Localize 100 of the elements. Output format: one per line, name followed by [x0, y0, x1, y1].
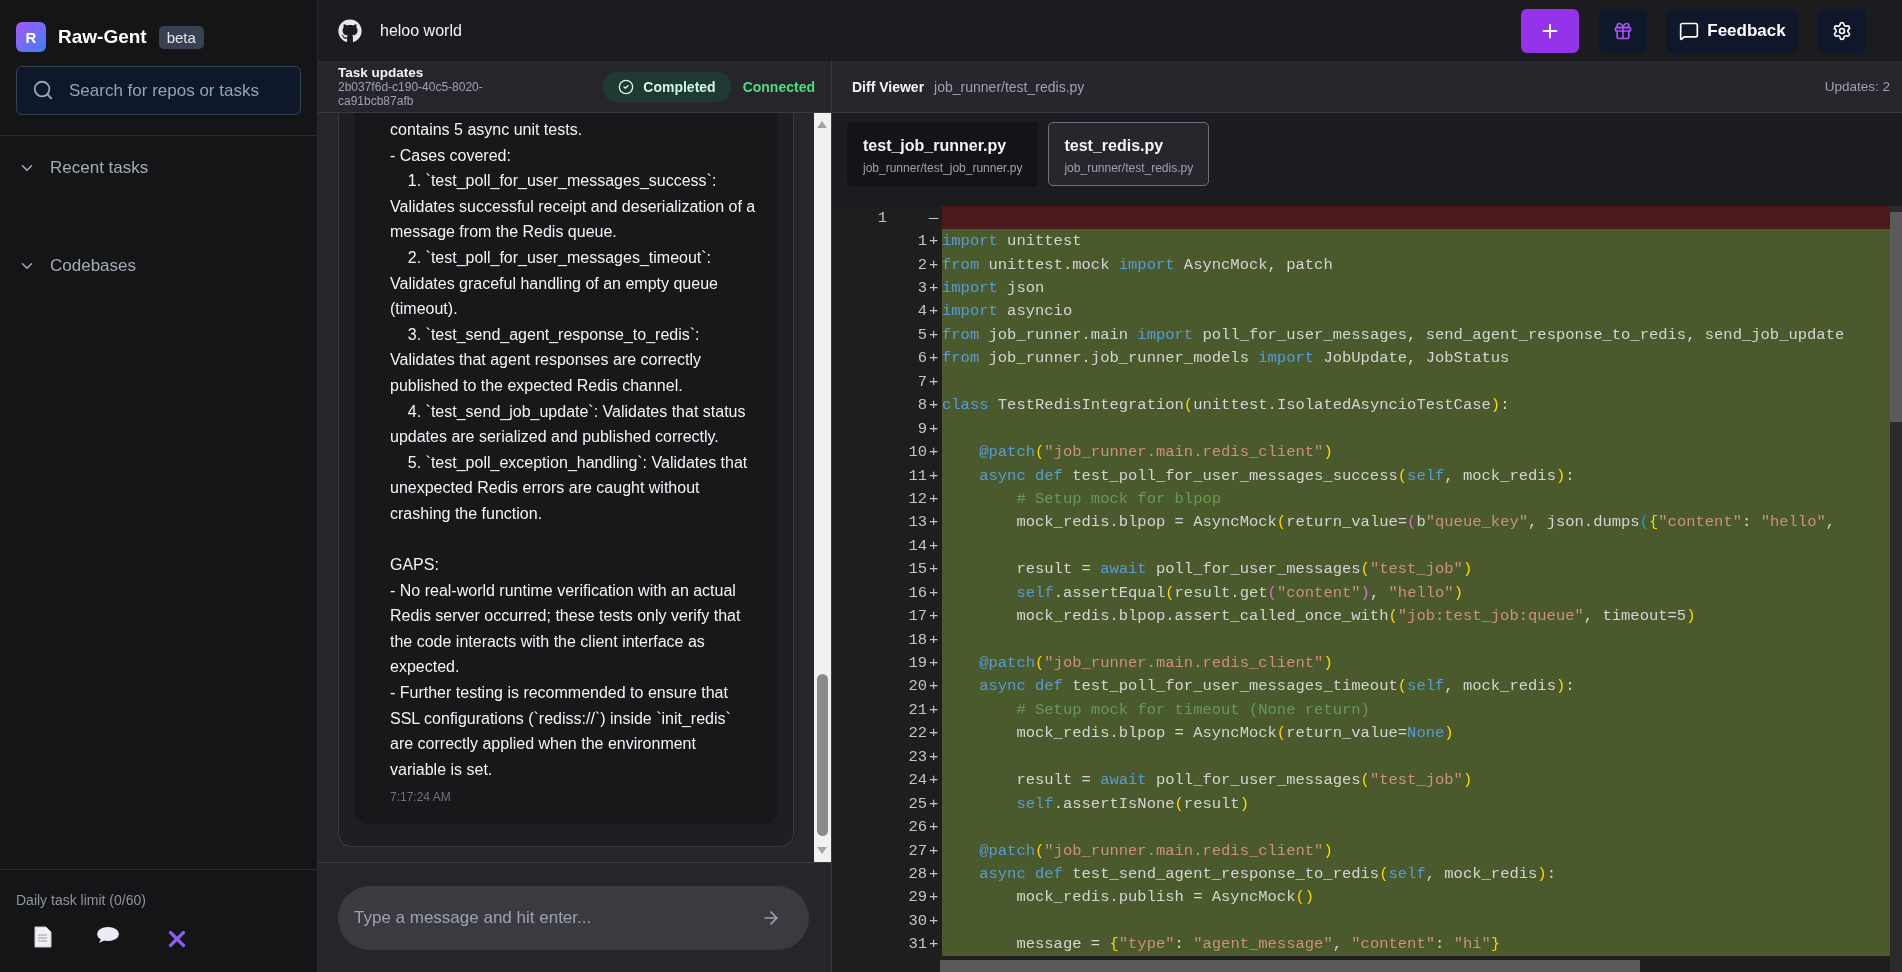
line-number: 28	[908, 864, 927, 883]
connection-status: Connected	[742, 78, 815, 95]
diff-sign: +	[929, 349, 940, 368]
line-number: 25	[908, 794, 927, 813]
feedback-button[interactable]: Feedback	[1667, 8, 1798, 53]
line-number: 20	[908, 677, 927, 696]
line-number: 29	[908, 888, 927, 907]
diff-sign: +	[929, 630, 940, 649]
diff-sign: +	[929, 396, 940, 415]
app-name: Raw-Gent	[58, 26, 147, 48]
beta-badge: beta	[158, 25, 204, 49]
line-number: 19	[908, 654, 927, 673]
line-number: 30	[908, 911, 927, 930]
code-line: import unittest	[942, 232, 1082, 251]
code-line: from job_runner.main import poll_for_user_messages, send_agent_response_to_redis, send_job_update	[942, 325, 1845, 344]
new-task-button[interactable]	[1521, 8, 1579, 53]
diff-sign: +	[929, 911, 940, 930]
line-number: 4	[917, 302, 927, 321]
line-number: 10	[908, 443, 927, 462]
search-field[interactable]: Search for repos or tasks	[16, 66, 301, 115]
diff-sign: +	[929, 372, 940, 391]
code-line: async def test_poll_for_user_messages_timeout(self, mock_redis):	[978, 677, 1575, 696]
line-number: 13	[908, 513, 927, 532]
diff-sign: +	[929, 747, 940, 766]
line-number: 24	[908, 771, 927, 790]
gift-button[interactable]	[1599, 8, 1647, 53]
diff-sign: +	[929, 607, 940, 626]
diff-sign: —	[929, 208, 940, 227]
diff-sign: +	[929, 443, 940, 462]
task-id: 2b037f6d-c190-40c5-8020-ca91bcb87afb	[338, 80, 484, 108]
line-number: 3	[917, 279, 927, 298]
speech-bubble-icon[interactable]	[96, 926, 120, 944]
line-number: 7	[917, 372, 927, 391]
line-number: 1	[917, 232, 927, 251]
diff-sign: +	[929, 841, 940, 860]
line-number: 17	[908, 607, 927, 626]
line-number: 14	[908, 536, 927, 555]
code-line: result = await poll_for_user_messages("test_job")	[1015, 771, 1473, 790]
panel-title: Task updates	[338, 65, 425, 80]
update-count: Updates: 2	[1824, 79, 1890, 94]
message-input[interactable]: Type a message and hit enter...	[338, 885, 809, 950]
diff-sign: +	[929, 864, 940, 883]
line-number: 31	[908, 935, 927, 954]
sidebar-section-toggle[interactable]: Codebases	[0, 256, 154, 276]
search-icon	[32, 79, 54, 101]
line-number: 8	[917, 396, 927, 415]
diff-sign: +	[929, 935, 940, 954]
line-number: 16	[908, 583, 927, 602]
task-limit-text: Daily task limit (0/60)	[15, 891, 147, 910]
diff-sign: +	[929, 560, 940, 579]
diff-sign: +	[929, 536, 940, 555]
diff-sign: +	[929, 489, 940, 508]
diff-sign: +	[929, 279, 940, 298]
file-path: job_runner/test_redis.py	[934, 78, 1085, 95]
code-line: async def test_poll_for_user_messages_success(self, mock_redis):	[978, 466, 1575, 485]
code-line: mock_redis.blpop.assert_called_once_with("job:test_job:queue", timeout=5)	[1015, 607, 1696, 626]
check-circle-icon	[618, 78, 635, 95]
file-tab[interactable]: test_job_runner.py job_runner/test_job_runner.py	[847, 122, 1039, 186]
code-line: self.assertEqual(result.get("content"), "hello")	[1015, 583, 1463, 602]
line-number: 12	[908, 489, 927, 508]
code-line: import json	[942, 279, 1045, 298]
repo-name: heloo world	[380, 21, 462, 40]
line-number: 26	[908, 818, 927, 837]
code-line: # Setup mock for timeout (None return)	[1015, 700, 1370, 719]
code-line: mock_redis.blpop = AsyncMock(return_value=(b"queue_key", json.dumps({"content": "hello",	[1015, 513, 1836, 532]
diff-sign: +	[929, 818, 940, 837]
line-number: 5	[917, 325, 927, 344]
line-number: 11	[908, 466, 927, 485]
line-number: 27	[908, 841, 927, 860]
scrollbar[interactable]	[814, 113, 831, 862]
file-tab[interactable]: test_redis.py job_runner/test_redis.py	[1048, 122, 1210, 186]
diff-sign: +	[929, 654, 940, 673]
code-line: class TestRedisIntegration(unittest.IsolatedAsyncioTestCase):	[942, 396, 1510, 415]
octocat-icon	[338, 18, 362, 43]
code-line: self.assertIsNone(result)	[1015, 794, 1249, 813]
code-line: mock_redis.publish = AsyncMock()	[1015, 888, 1315, 907]
diff-sign: +	[929, 302, 940, 321]
document-icon[interactable]	[34, 926, 52, 948]
line-number: 15	[908, 560, 927, 579]
app-logo: R	[16, 22, 46, 52]
diff-sign: +	[929, 771, 940, 790]
code-line: result = await poll_for_user_messages("test_job")	[1015, 560, 1473, 579]
code-line: from unittest.mock import AsyncMock, patch	[942, 255, 1333, 274]
code-line: from job_runner.job_runner_models import JobUpdate, JobStatus	[942, 349, 1510, 368]
diff-sign: +	[929, 794, 940, 813]
message-text: contains 5 async unit tests. - Cases covered: 1. `test_poll_for_user_messages_success`: Validates successful receipt and deserialization of a message from the Redis queue. 2. `test_poll_for_user_messages_timeout`: Validates graceful handling of an empty queue (timeout). 3. `test_send_agent_response_to_redis`: Validates that agent responses are correctly published to the expected Redis channel. 4. `test_send_job_update`: Validates that status updates are serialized and published correctly. 5. `test_poll_exception_handling`: Validates that unexpected Redis errors are caught without crashing the function. GAPS: - No real-world runtime verification with an actual Redis server occurred; these tests only verify that the code interacts with the client interface as expected. - Further testing is recommended to ensure that SSL configurations (`rediss://`) inside `init_redis` are correctly applied when the environment variable is set.	[390, 120, 756, 780]
code-line: @patch("job_runner.main.redis_client")	[978, 841, 1333, 860]
code-line: @patch("job_runner.main.redis_client")	[978, 654, 1333, 673]
line-number: 23	[908, 747, 927, 766]
message-time: 7:17:24 AM	[390, 790, 452, 805]
diff-sign: +	[929, 513, 940, 532]
line-number: 6	[917, 349, 927, 368]
settings-button[interactable]	[1818, 8, 1866, 53]
gift-icon	[1613, 20, 1633, 41]
diff-sign: +	[929, 232, 940, 251]
diff-sign: +	[929, 325, 940, 344]
panel-title: Diff Viewer	[852, 78, 925, 95]
sidebar-section-toggle[interactable]: Recent tasks	[0, 158, 167, 178]
code-line: message = {"type": "agent_message", "content": "hi"}	[1015, 935, 1501, 954]
line-number: 1	[877, 208, 887, 227]
